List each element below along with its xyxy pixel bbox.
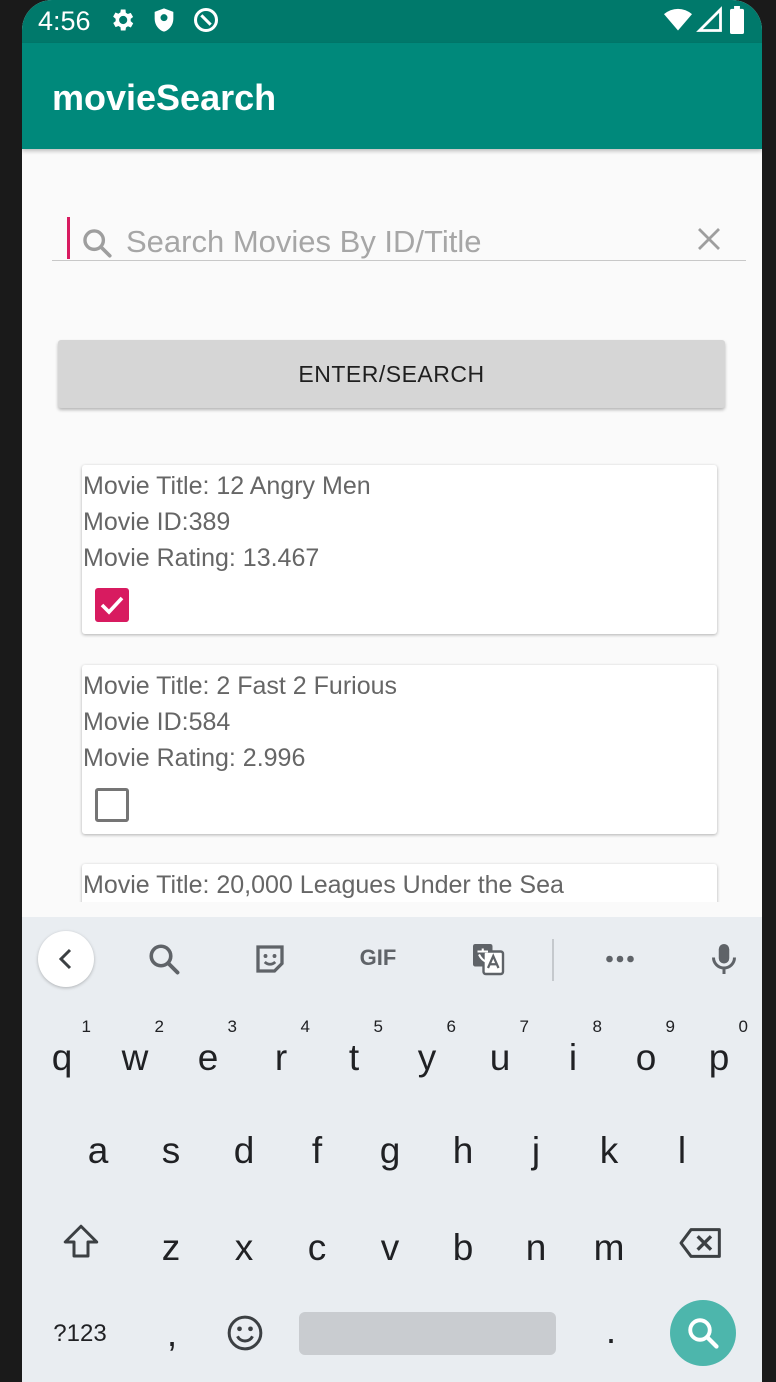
toolbar-divider [552, 939, 554, 981]
key-j[interactable]: j [501, 1110, 571, 1190]
favorite-checkbox[interactable] [95, 588, 129, 622]
chevron-left-icon[interactable] [38, 931, 94, 987]
soft-keyboard: GIF q1 w2 e3 r4 t5 y6 u7 i8 o9 p0 a s d … [22, 917, 762, 1382]
text-cursor [67, 217, 70, 259]
check-icon [100, 596, 124, 615]
backspace-icon [679, 1228, 721, 1258]
keyboard-toolbar: GIF [22, 917, 762, 1001]
key-r[interactable]: r4 [246, 1017, 316, 1097]
movie-rating: Movie Rating: 2.996 [83, 744, 306, 772]
comma-key[interactable]: , [137, 1295, 207, 1375]
favorite-checkbox[interactable] [95, 788, 129, 822]
battery-icon [730, 6, 744, 34]
more-icon[interactable] [602, 941, 638, 977]
movie-card[interactable]: Movie Title: 20,000 Leagues Under the Se… [82, 864, 717, 902]
key-k[interactable]: k [574, 1110, 644, 1190]
shift-icon [63, 1224, 99, 1258]
movie-id: Movie ID:584 [83, 708, 231, 736]
key-l[interactable]: l [647, 1110, 717, 1190]
key-a[interactable]: a [63, 1110, 133, 1190]
movie-card[interactable]: Movie Title: 2 Fast 2 Furious Movie ID:5… [82, 665, 717, 834]
movie-title: Movie Title: 20,000 Leagues Under the Se… [83, 871, 564, 899]
screen: 4:56 movieSearch ENTER/SEARCH Movie Titl… [22, 0, 762, 1382]
key-t[interactable]: t5 [319, 1017, 389, 1097]
emoji-icon [227, 1315, 263, 1351]
shift-key[interactable] [45, 1207, 115, 1287]
key-b[interactable]: b [428, 1207, 498, 1287]
key-y[interactable]: y6 [392, 1017, 462, 1097]
key-i[interactable]: i8 [538, 1017, 608, 1097]
key-u[interactable]: u7 [465, 1017, 535, 1097]
key-w[interactable]: w2 [100, 1017, 170, 1097]
gif-icon[interactable]: GIF [354, 945, 402, 981]
key-c[interactable]: c [282, 1207, 352, 1287]
key-p[interactable]: p0 [684, 1017, 754, 1097]
emoji-key[interactable] [209, 1295, 279, 1375]
key-z[interactable]: z [136, 1207, 206, 1287]
key-n[interactable]: n [501, 1207, 571, 1287]
signal-icon [696, 6, 722, 32]
enter-search-button[interactable]: ENTER/SEARCH [58, 340, 725, 408]
key-v[interactable]: v [355, 1207, 425, 1287]
key-e[interactable]: e3 [173, 1017, 243, 1097]
status-time: 4:56 [38, 6, 91, 36]
movie-rating: Movie Rating: 13.467 [83, 544, 320, 572]
period-key[interactable]: . [576, 1295, 646, 1375]
translate-icon[interactable] [470, 941, 506, 977]
close-icon[interactable] [694, 224, 724, 254]
movie-id: Movie ID:389 [83, 508, 231, 536]
backspace-key[interactable] [666, 1207, 736, 1287]
at-sign-icon [193, 7, 219, 33]
key-g[interactable]: g [355, 1110, 425, 1190]
app-title: movieSearch [52, 77, 277, 118]
app-bar: movieSearch [22, 43, 762, 149]
search-bar[interactable] [52, 212, 746, 262]
key-q[interactable]: q1 [27, 1017, 97, 1097]
space-key[interactable] [299, 1312, 556, 1355]
shield-icon [154, 8, 174, 32]
phone-frame: 4:56 movieSearch ENTER/SEARCH Movie Titl… [0, 0, 776, 1382]
gear-icon [113, 9, 134, 31]
key-h[interactable]: h [428, 1110, 498, 1190]
key-m[interactable]: m [574, 1207, 644, 1287]
movie-list[interactable]: Movie Title: 12 Angry Men Movie ID:389 M… [22, 440, 762, 902]
wifi-icon [664, 8, 692, 31]
key-d[interactable]: d [209, 1110, 279, 1190]
search-input[interactable] [126, 222, 676, 262]
key-s[interactable]: s [136, 1110, 206, 1190]
movie-card[interactable]: Movie Title: 12 Angry Men Movie ID:389 M… [82, 465, 717, 634]
search-icon [688, 1318, 719, 1349]
key-f[interactable]: f [282, 1110, 352, 1190]
key-x[interactable]: x [209, 1207, 279, 1287]
sticker-icon[interactable] [252, 941, 288, 977]
search-icon[interactable] [146, 941, 182, 977]
key-o[interactable]: o9 [611, 1017, 681, 1097]
mic-icon[interactable] [706, 941, 742, 977]
search-icon [83, 229, 112, 258]
symbols-key[interactable]: ?123 [45, 1295, 115, 1375]
movie-title: Movie Title: 2 Fast 2 Furious [83, 672, 398, 700]
status-bar: 4:56 [22, 0, 762, 43]
search-action-key[interactable] [670, 1300, 736, 1366]
movie-title: Movie Title: 12 Angry Men [83, 472, 371, 500]
